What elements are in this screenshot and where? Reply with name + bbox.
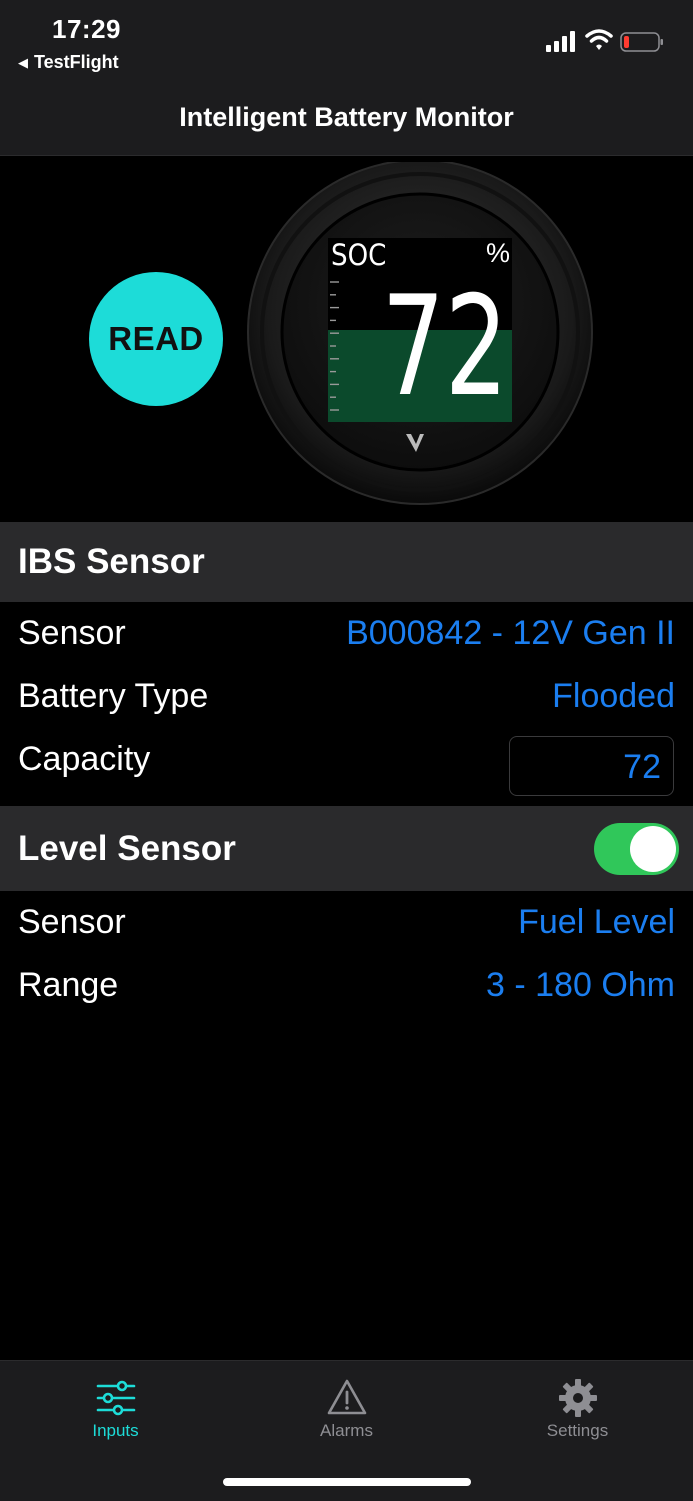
level-sensor-title: Level Sensor <box>18 829 236 868</box>
percent-unit: % <box>486 238 511 268</box>
read-button[interactable]: READ <box>89 272 223 406</box>
cellular-signal-icon <box>546 31 575 52</box>
navigation-bar: Intelligent Battery Monitor <box>0 80 693 156</box>
capacity-input[interactable]: 72 <box>509 736 674 796</box>
tab-inputs[interactable]: Inputs <box>0 1361 231 1461</box>
soc-label: SOC <box>331 238 387 272</box>
page-title: Intelligent Battery Monitor <box>179 102 514 132</box>
home-indicator <box>223 1478 471 1486</box>
warning-icon <box>327 1379 367 1415</box>
back-arrow-icon: ◀ <box>18 54 28 70</box>
tab-alarms-label: Alarms <box>320 1421 373 1440</box>
range-label: Range <box>18 966 119 1004</box>
status-bar: 17:29 ◀ TestFlight <box>0 0 693 80</box>
level-sensor-header: Level Sensor <box>0 806 693 891</box>
gear-icon <box>559 1379 597 1417</box>
status-time: 17:29 <box>52 14 121 44</box>
battery-icon <box>620 32 663 52</box>
sliders-icon <box>96 1380 136 1416</box>
battery-type-label: Battery Type <box>18 677 209 715</box>
level-sensor-value[interactable]: Fuel Level <box>518 903 675 942</box>
tab-inputs-label: Inputs <box>92 1421 139 1440</box>
ibs-sensor-value[interactable]: B000842 - 12V Gen II <box>346 614 675 653</box>
wifi-icon <box>585 29 613 50</box>
back-to-testflight[interactable]: ◀ TestFlight <box>18 52 119 73</box>
level-sensor-label: Sensor <box>18 903 126 941</box>
tab-settings-label: Settings <box>546 1421 609 1440</box>
ibs-sensor-label: Sensor <box>18 614 126 652</box>
back-app-label: TestFlight <box>34 52 119 72</box>
ibs-sensor-title: IBS Sensor <box>18 542 205 581</box>
tab-settings[interactable]: Settings <box>462 1361 693 1461</box>
toggle-knob <box>630 826 676 872</box>
capacity-label: Capacity <box>18 740 151 778</box>
battery-type-value[interactable]: Flooded <box>552 677 675 716</box>
ibs-sensor-header: IBS Sensor <box>0 522 693 602</box>
level-sensor-toggle[interactable] <box>594 823 679 875</box>
soc-value: 72 <box>381 266 509 427</box>
tab-alarms[interactable]: Alarms <box>231 1361 462 1461</box>
range-value[interactable]: 3 - 180 Ohm <box>486 966 675 1005</box>
